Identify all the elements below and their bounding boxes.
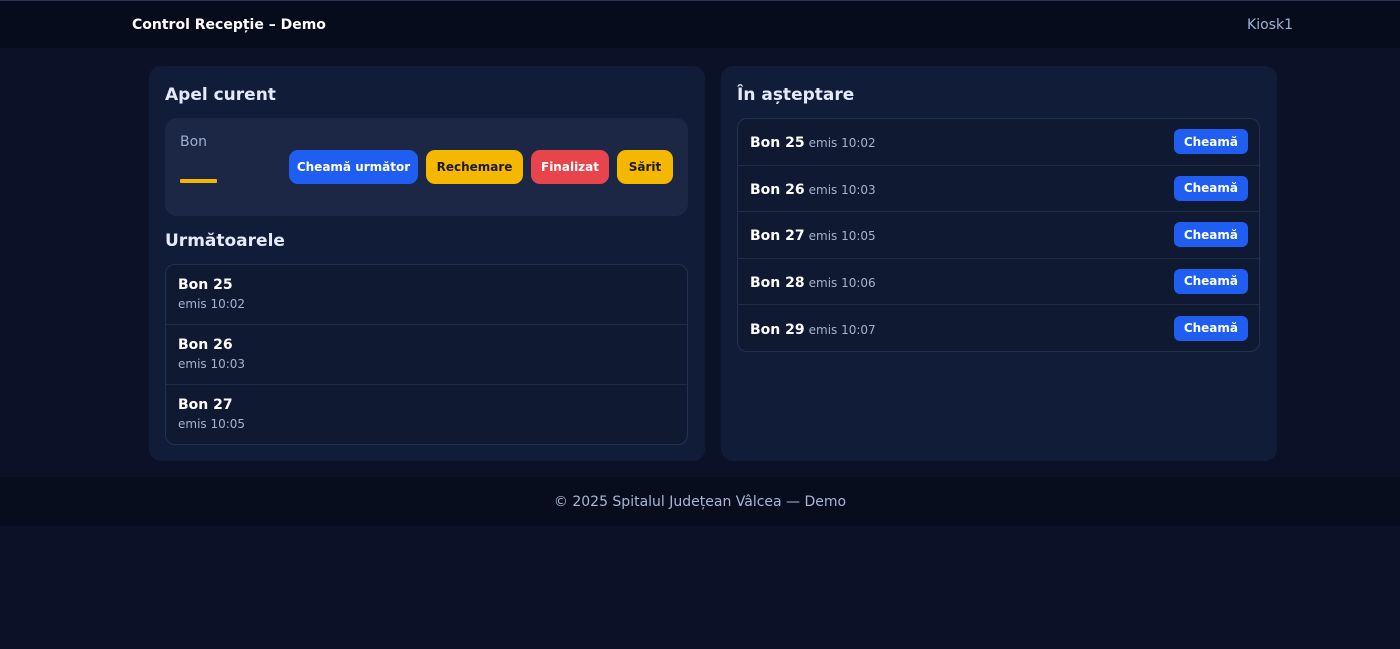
call-next-button[interactable]: Cheamă următor: [289, 150, 418, 184]
waiting-list-item: Bon 29 emis 10:07 Cheamă: [738, 305, 1259, 351]
next-list-item: Bon 27 emis 10:05: [166, 385, 687, 444]
ticket-info: Bon 28 emis 10:06: [750, 272, 876, 291]
ticket-issued-time: emis 10:03: [178, 357, 246, 371]
recall-button[interactable]: Rechemare: [426, 150, 523, 184]
main-area: Apel curent Bon Cheamă următor Rechemare…: [0, 48, 1400, 477]
ticket-issued-time: emis 10:05: [808, 229, 876, 244]
call-ticket-button[interactable]: Cheamă: [1173, 129, 1248, 155]
ticket-info: Bon 29 emis 10:07: [750, 319, 876, 338]
current-ticket-empty-indicator: [180, 179, 217, 183]
finish-button[interactable]: Finalizat: [531, 150, 609, 184]
current-call-heading: Apel curent: [165, 85, 276, 105]
ticket-number: Bon 26: [750, 181, 805, 198]
current-call-card: Apel curent Bon Cheamă următor Rechemare…: [149, 66, 705, 461]
waiting-list-item: Bon 26 emis 10:03 Cheamă: [738, 166, 1259, 212]
footer: © 2025 Spitalul Județean Vâlcea — Demo: [0, 477, 1400, 526]
ticket-issued-time: emis 10:02: [178, 297, 246, 311]
ticket-number: Bon 25: [750, 135, 805, 152]
current-ticket-label: Bon: [180, 134, 208, 150]
ticket-issued-time: emis 10:05: [178, 417, 246, 431]
call-ticket-button[interactable]: Cheamă: [1173, 175, 1248, 201]
waiting-card: În așteptare Bon 25 emis 10:02 Cheamă Bon 2…: [721, 66, 1277, 461]
ticket-number: Bon 29: [750, 321, 805, 338]
next-heading: Următoarele: [165, 231, 285, 251]
top-bar: Control Recepție – Demo Kiosk1: [0, 0, 1400, 48]
call-ticket-button[interactable]: Cheamă: [1173, 268, 1248, 294]
ticket-issued-time: emis 10:07: [808, 322, 876, 337]
ticket-number: Bon 27: [750, 228, 805, 245]
ticket-issued-time: emis 10:02: [808, 136, 876, 151]
ticket-info: Bon 26 emis 10:03: [750, 179, 876, 198]
waiting-list: Bon 25 emis 10:02 Cheamă Bon 26 emis 10:03 Ch…: [737, 118, 1260, 352]
kiosk-label: Kiosk1: [1247, 16, 1293, 33]
call-ticket-button[interactable]: Cheamă: [1173, 222, 1248, 248]
next-list: Bon 25 emis 10:02 Bon 26 emis 10:03 Bon 27 em…: [165, 264, 688, 445]
ticket-number: Bon 26: [178, 337, 233, 353]
ticket-info: Bon 25 emis 10:02: [750, 132, 876, 151]
ticket-issued-time: emis 10:03: [808, 182, 876, 197]
ticket-number: Bon 25: [178, 277, 233, 293]
ticket-issued-time: emis 10:06: [808, 275, 876, 290]
waiting-heading: În așteptare: [737, 85, 855, 105]
call-ticket-button[interactable]: Cheamă: [1173, 315, 1248, 341]
next-list-item: Bon 26 emis 10:03: [166, 325, 687, 385]
skip-button[interactable]: Sărit: [617, 150, 673, 184]
waiting-list-item: Bon 25 emis 10:02 Cheamă: [738, 119, 1259, 166]
ticket-number: Bon 27: [178, 397, 233, 413]
app-title: Control Recepție – Demo: [132, 16, 326, 33]
current-ticket-panel: Bon Cheamă următor Rechemare Finalizat S…: [165, 118, 688, 216]
waiting-list-item: Bon 27 emis 10:05 Cheamă: [738, 212, 1259, 259]
ticket-number: Bon 28: [750, 274, 805, 291]
waiting-list-item: Bon 28 emis 10:06 Cheamă: [738, 259, 1259, 305]
next-list-item: Bon 25 emis 10:02: [166, 265, 687, 325]
ticket-info: Bon 27 emis 10:05: [750, 225, 876, 244]
footer-text: © 2025 Spitalul Județean Vâlcea — Demo: [553, 493, 847, 510]
